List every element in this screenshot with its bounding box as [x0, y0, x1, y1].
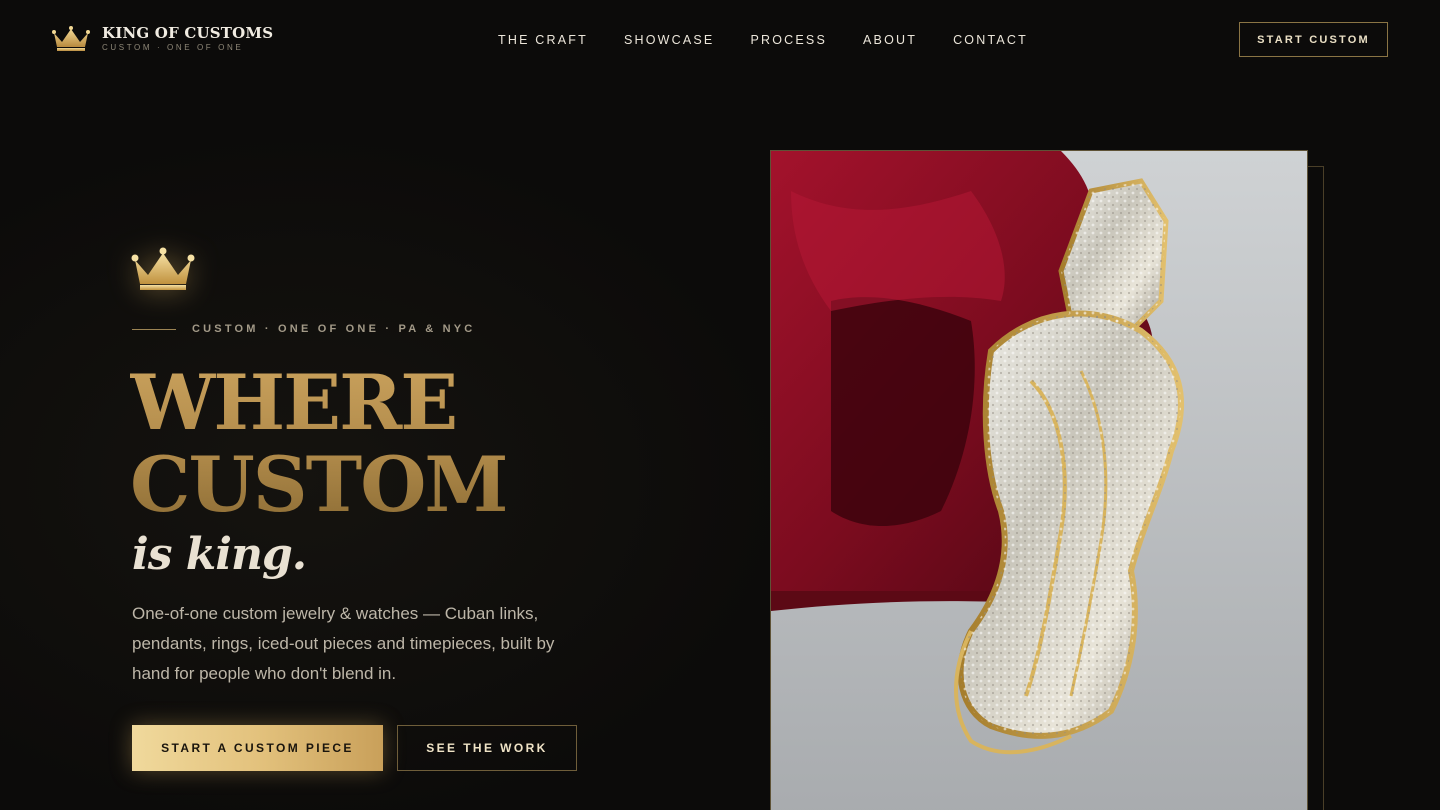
- hero-image: [770, 150, 1308, 810]
- page: KING OF CUSTOMS CUSTOM · ONE OF ONE THE …: [0, 0, 1440, 810]
- headline-line-1: WHERE: [130, 358, 457, 447]
- start-custom-button[interactable]: START CUSTOM: [1239, 22, 1388, 57]
- start-custom-piece-button[interactable]: START A CUSTOM PIECE: [132, 725, 383, 771]
- nav-item-process[interactable]: PROCESS: [750, 32, 827, 48]
- see-the-work-button[interactable]: SEE THE WORK: [397, 725, 577, 771]
- headline-line-2: CUSTOM: [130, 440, 507, 529]
- main-nav: THE CRAFT SHOWCASE PROCESS ABOUT CONTACT: [498, 32, 1028, 48]
- hero-description: One-of-one custom jewelry & watches — Cu…: [132, 604, 555, 683]
- hero-eyebrow: CUSTOM · ONE OF ONE · PA & NYC: [132, 323, 475, 335]
- crown-icon: [131, 247, 195, 290]
- brand-subtitle: CUSTOM · ONE OF ONE: [102, 43, 244, 52]
- hero-tagline: is king.: [132, 529, 307, 580]
- brand-logo[interactable]: KING OF CUSTOMS CUSTOM · ONE OF ONE: [52, 24, 273, 53]
- brand-text: KING OF CUSTOMS CUSTOM · ONE OF ONE: [102, 24, 273, 53]
- eyebrow-text: CUSTOM · ONE OF ONE · PA & NYC: [192, 323, 476, 335]
- crown-icon: [52, 25, 90, 51]
- hero-headline: WHERE CUSTOM: [130, 362, 507, 526]
- nav-item-about[interactable]: ABOUT: [863, 32, 917, 48]
- brand-title: KING OF CUSTOMS: [102, 24, 274, 42]
- eyebrow-divider: [132, 328, 176, 330]
- nav-item-showcase[interactable]: SHOWCASE: [624, 32, 715, 48]
- nav-item-the-craft[interactable]: THE CRAFT: [498, 32, 588, 48]
- nav-item-contact[interactable]: CONTACT: [953, 32, 1028, 48]
- iced-pendant-photo: [771, 151, 1307, 810]
